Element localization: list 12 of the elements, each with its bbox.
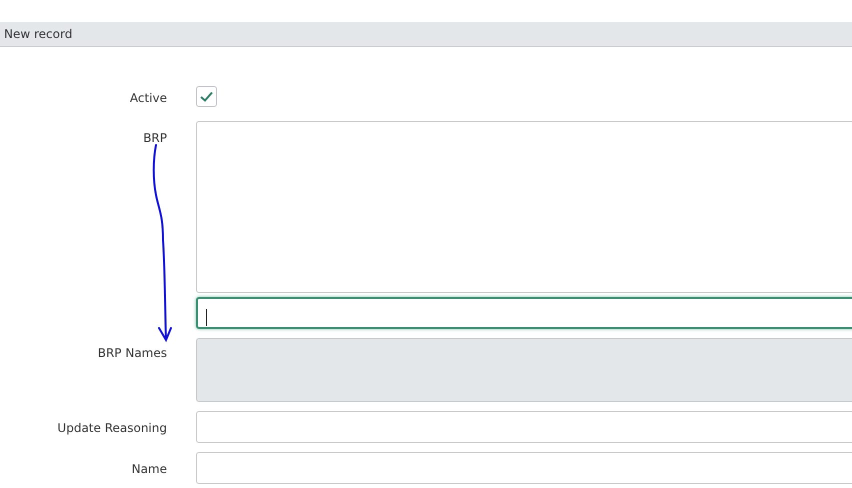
field-label: Name — [130, 461, 167, 478]
input-field[interactable] — [196, 452, 852, 484]
field-label: BRP — [142, 130, 167, 147]
input-field[interactable] — [196, 411, 852, 443]
field-label: Update Reasoning — [56, 420, 167, 437]
check-icon — [200, 91, 213, 102]
active-checkbox[interactable] — [196, 86, 217, 107]
field-label: BRP Names — [96, 345, 167, 362]
input-field[interactable] — [196, 297, 852, 329]
form-title: New record — [4, 26, 72, 43]
field-label: Active — [128, 90, 167, 107]
text-cursor — [206, 309, 207, 326]
